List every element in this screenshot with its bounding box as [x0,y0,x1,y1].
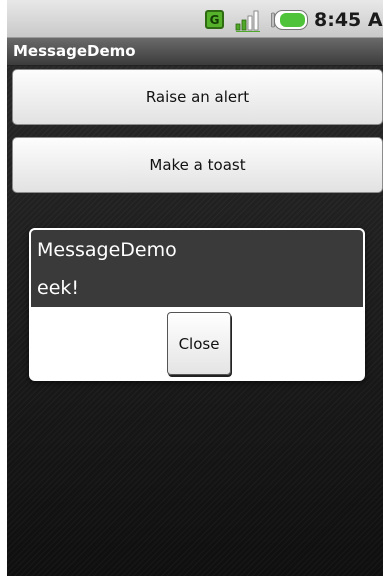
alert-dialog: MessageDemo eek! Close [29,228,365,381]
signal-strength-icon [235,10,260,32]
dialog-header: MessageDemo eek! [29,228,365,307]
close-button[interactable]: Close [167,312,231,375]
phone-screen: G 8:45 AM MessageDemo Raise an alert Mak… [7,0,383,576]
make-toast-button[interactable]: Make a toast [12,137,383,193]
app-title: MessageDemo [13,42,136,60]
title-bar: MessageDemo [7,38,383,66]
g-notification-icon: G [205,10,224,29]
raise-alert-button[interactable]: Raise an alert [12,69,383,125]
battery-icon [271,10,308,30]
notification-letter: G [209,12,220,27]
dialog-message: eek! [37,277,79,299]
status-bar: G 8:45 AM [7,0,383,38]
status-clock: 8:45 AM [314,9,383,31]
dialog-title: MessageDemo [37,239,177,261]
